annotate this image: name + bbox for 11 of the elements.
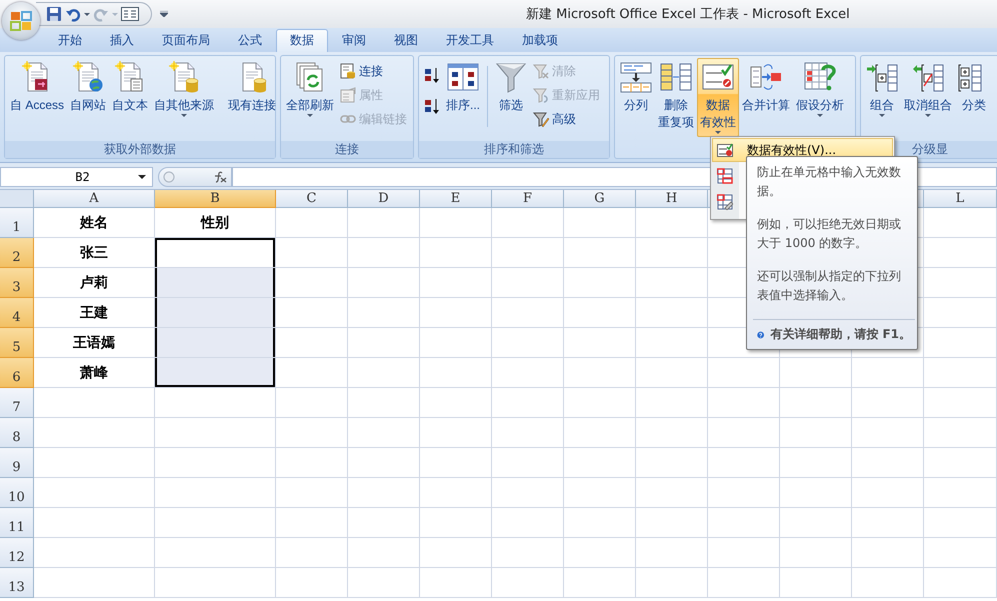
table-cell: 性别 bbox=[155, 208, 276, 238]
tooltip-text: 防止在单元格中输入无效数据。 bbox=[757, 164, 902, 200]
group-label: 排序和筛选 bbox=[419, 141, 609, 158]
table-cell: 姓名 bbox=[34, 208, 155, 238]
table-cell: 张三 bbox=[34, 238, 155, 268]
tooltip-text: 还可以强制从指定的下拉列表值中选择输入。 bbox=[757, 268, 902, 304]
window-title: 新建 Microsoft Office Excel 工作表 - Microsoft Excel bbox=[526, 6, 850, 23]
tooltip-text: 例如，可以拒绝无效日期或大于 1000 的数字。 bbox=[757, 216, 902, 252]
group-label: 连接 bbox=[281, 141, 413, 158]
help-text: 有关详细帮助，请按 F1。 bbox=[770, 326, 911, 343]
group-label: 获取外部数据 bbox=[5, 141, 275, 158]
